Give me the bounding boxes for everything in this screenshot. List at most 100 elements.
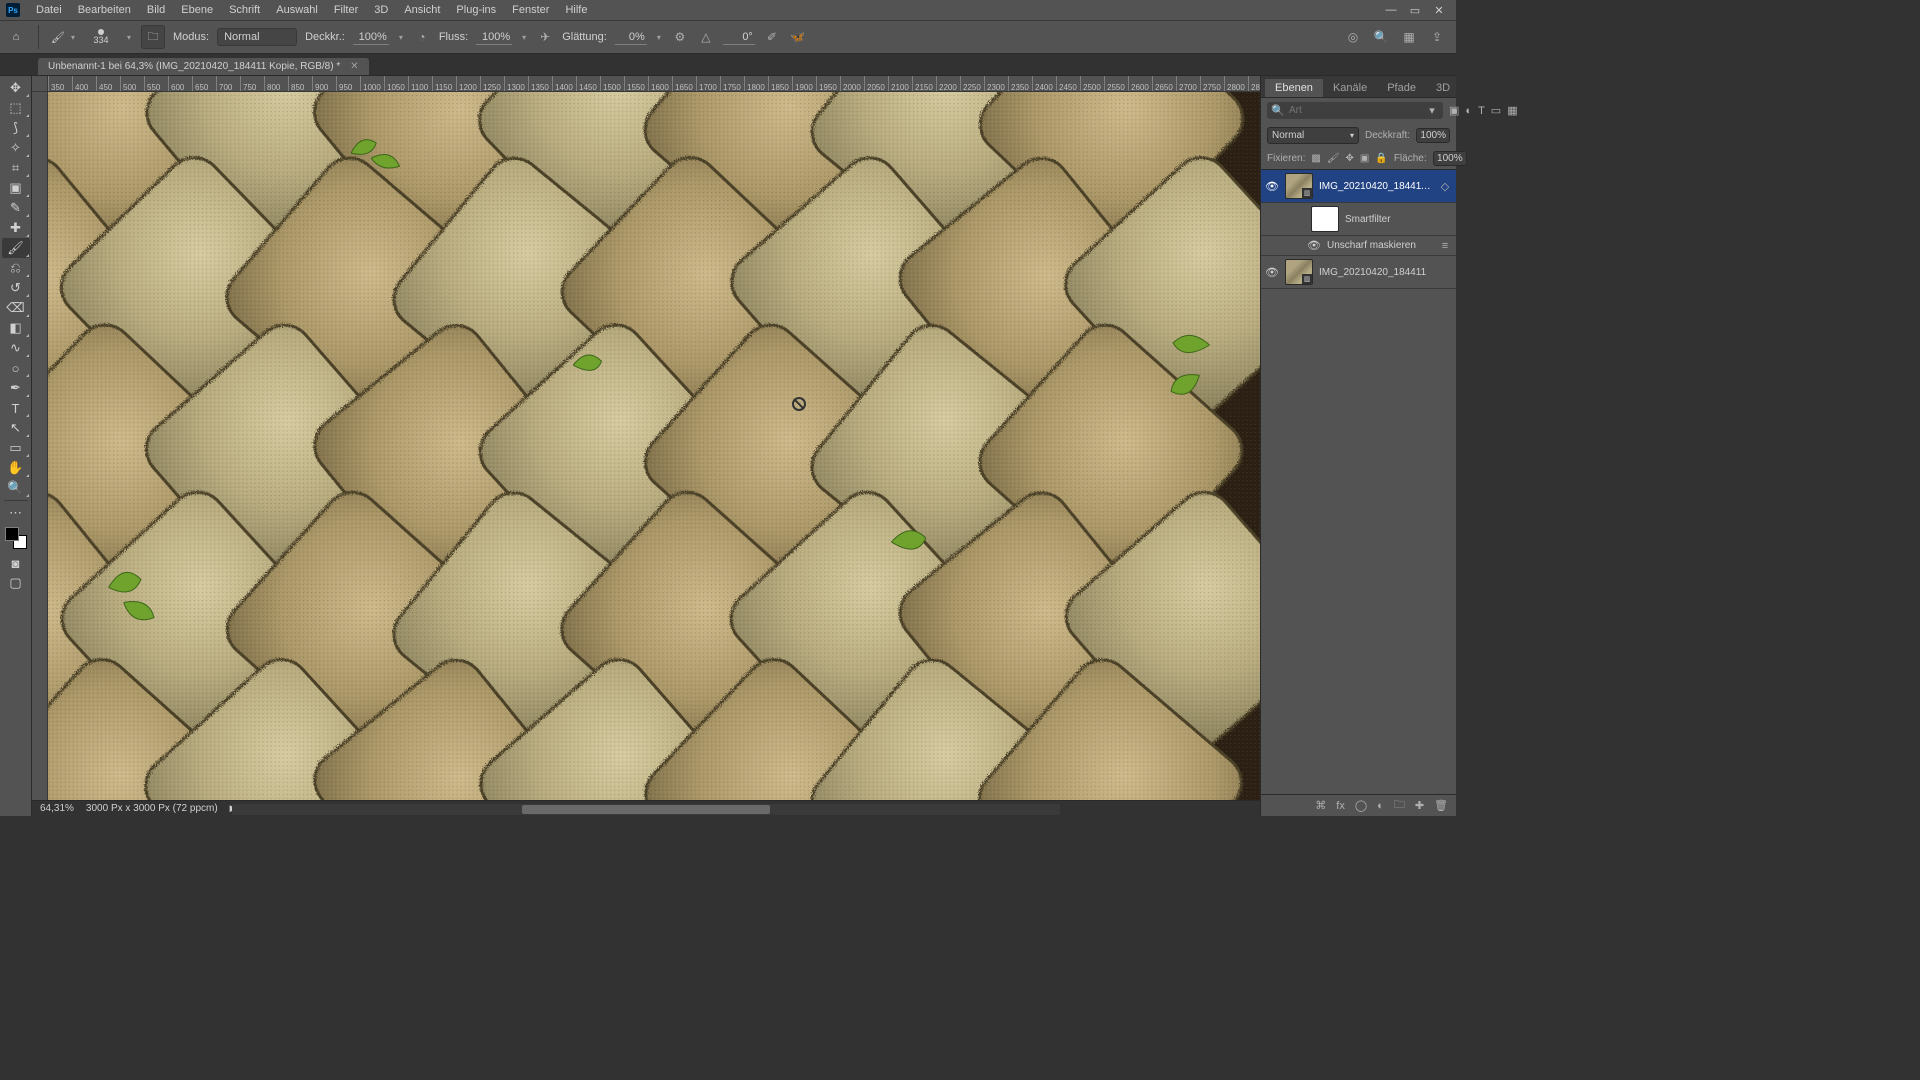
blend-mode-select[interactable]: Normal: [217, 28, 297, 46]
close-tab-icon[interactable]: ✕: [350, 61, 358, 72]
fill-input[interactable]: [1433, 151, 1467, 166]
menu-bild[interactable]: Bild: [139, 2, 173, 18]
layer-row[interactable]: 👁 ▥ IMG_20210420_184411 Kopie ◇: [1261, 170, 1456, 203]
history-brush-tool[interactable]: ↺: [2, 278, 30, 298]
tab-pfade[interactable]: Pfade: [1377, 79, 1426, 97]
new-adjustment-icon[interactable]: ◐: [1377, 800, 1384, 812]
filter-adjust-icon[interactable]: ◐: [1465, 105, 1472, 117]
chevron-down-icon[interactable]: ▾: [125, 33, 133, 42]
airbrush-icon[interactable]: ✈: [536, 30, 554, 44]
layer-filter-input[interactable]: [1289, 105, 1421, 116]
gear-icon[interactable]: ⚙: [671, 30, 689, 44]
menu-ebene[interactable]: Ebene: [173, 2, 221, 18]
ruler-origin[interactable]: [32, 76, 48, 92]
chevron-down-icon[interactable]: ▾: [1425, 104, 1439, 117]
workspace-icon[interactable]: ▦: [1400, 30, 1418, 44]
layer-opacity-input[interactable]: [1416, 128, 1450, 143]
tab-ebenen[interactable]: Ebenen: [1265, 79, 1323, 97]
hand-tool[interactable]: ✋: [2, 458, 30, 478]
lasso-tool[interactable]: ⟆: [2, 118, 30, 138]
tool-preset-picker[interactable]: 🖌▾: [51, 31, 77, 44]
gradient-tool[interactable]: ◧: [2, 318, 30, 338]
lock-all-icon[interactable]: 🔒: [1375, 153, 1387, 164]
canvas[interactable]: [48, 92, 1260, 800]
filter-type-icon[interactable]: T: [1478, 105, 1485, 117]
layer-name[interactable]: IMG_20210420_184411 Kopie: [1319, 181, 1432, 192]
crop-tool[interactable]: ⌗: [2, 158, 30, 178]
lock-position-icon[interactable]: ✥: [1346, 153, 1354, 164]
close-button[interactable]: ✕: [1432, 4, 1446, 17]
brush-settings-button[interactable]: 🗀: [141, 25, 165, 49]
foreground-background-colors[interactable]: [2, 523, 30, 553]
filter-name[interactable]: Unscharf maskieren: [1327, 240, 1432, 251]
layer-name[interactable]: IMG_20210420_184411: [1319, 267, 1452, 278]
document-info[interactable]: 3000 Px x 3000 Px (72 ppcm): [86, 803, 218, 814]
vertical-ruler[interactable]: [32, 92, 48, 800]
visibility-icon[interactable]: 👁: [1265, 180, 1279, 193]
home-icon[interactable]: ⌂: [6, 27, 26, 47]
share-icon[interactable]: ⇪: [1428, 30, 1446, 44]
menu-plugins[interactable]: Plug-ins: [448, 2, 504, 18]
tab-3d[interactable]: 3D: [1426, 79, 1460, 97]
healing-brush-tool[interactable]: ✚: [2, 218, 30, 238]
layer-thumbnail[interactable]: ▥: [1285, 259, 1313, 285]
lock-transparency-icon[interactable]: ▩: [1311, 153, 1320, 164]
opacity-input[interactable]: [353, 30, 389, 45]
layer-thumbnail[interactable]: ▥: [1285, 173, 1313, 199]
menu-bearbeiten[interactable]: Bearbeiten: [70, 2, 139, 18]
menu-datei[interactable]: Datei: [28, 2, 70, 18]
select-subject-icon[interactable]: ◎: [1344, 30, 1362, 44]
filter-shape-icon[interactable]: ▭: [1491, 104, 1501, 117]
eyedropper-tool[interactable]: ✎: [2, 198, 30, 218]
shape-tool[interactable]: ▭: [2, 438, 30, 458]
link-layers-icon[interactable]: ⌘: [1315, 799, 1326, 812]
menu-hilfe[interactable]: Hilfe: [557, 2, 595, 18]
frame-tool[interactable]: ▣: [2, 178, 30, 198]
symmetry-icon[interactable]: 🦋: [789, 30, 807, 44]
chevron-down-icon[interactable]: ▾: [655, 33, 663, 42]
chevron-down-icon[interactable]: ▾: [397, 33, 405, 42]
tab-kanaele[interactable]: Kanäle: [1323, 79, 1377, 97]
smoothing-input[interactable]: [615, 30, 647, 45]
dodge-tool[interactable]: ○: [2, 358, 30, 378]
brush-preset-picker[interactable]: 334: [85, 23, 117, 51]
move-tool[interactable]: ✥: [2, 78, 30, 98]
menu-fenster[interactable]: Fenster: [504, 2, 557, 18]
smart-filter-item[interactable]: 👁 Unscharf maskieren ≡: [1261, 236, 1456, 256]
filter-smart-icon[interactable]: ▦: [1507, 104, 1517, 117]
filter-mask-thumbnail[interactable]: [1311, 206, 1339, 232]
visibility-icon[interactable]: 👁: [1307, 239, 1321, 252]
magic-wand-tool[interactable]: ✧: [2, 138, 30, 158]
visibility-icon[interactable]: 👁: [1265, 266, 1279, 279]
layer-fx-icon[interactable]: fx: [1336, 800, 1345, 812]
minimize-button[interactable]: —: [1384, 4, 1398, 17]
search-icon[interactable]: 🔍: [1372, 30, 1390, 44]
smart-filters-row[interactable]: Smartfilter: [1261, 203, 1456, 236]
edit-toolbar-icon[interactable]: ⋯: [2, 503, 30, 523]
angle-input[interactable]: [723, 30, 755, 45]
marquee-tool[interactable]: ⬚: [2, 98, 30, 118]
menu-auswahl[interactable]: Auswahl: [268, 2, 326, 18]
menu-3d[interactable]: 3D: [366, 2, 396, 18]
path-select-tool[interactable]: ↖: [2, 418, 30, 438]
pressure-size-icon[interactable]: ✐: [763, 30, 781, 44]
new-group-icon[interactable]: 🗀: [1394, 796, 1405, 815]
new-layer-icon[interactable]: ✚: [1415, 799, 1424, 812]
filter-image-icon[interactable]: ▣: [1449, 104, 1459, 117]
type-tool[interactable]: T: [2, 398, 30, 418]
horizontal-scrollbar[interactable]: [232, 804, 1060, 815]
horizontal-ruler[interactable]: 3504004505005506006507007508008509009501…: [48, 76, 1260, 92]
menu-filter[interactable]: Filter: [326, 2, 366, 18]
screen-mode-icon[interactable]: ▢: [2, 573, 30, 593]
zoom-level[interactable]: 64,31%: [40, 803, 74, 814]
flow-input[interactable]: [476, 30, 512, 45]
zoom-tool[interactable]: 🔍: [2, 478, 30, 498]
pressure-opacity-icon[interactable]: ◔: [413, 30, 431, 44]
menu-schrift[interactable]: Schrift: [221, 2, 268, 18]
delete-layer-icon[interactable]: 🗑: [1434, 799, 1448, 812]
filter-options-icon[interactable]: ≡: [1438, 240, 1452, 252]
quick-mask-icon[interactable]: ◙: [2, 553, 30, 573]
layer-row[interactable]: 👁 ▥ IMG_20210420_184411: [1261, 256, 1456, 289]
layer-filter-search[interactable]: 🔍 ▾: [1267, 102, 1443, 119]
maximize-button[interactable]: ▭: [1408, 4, 1422, 17]
